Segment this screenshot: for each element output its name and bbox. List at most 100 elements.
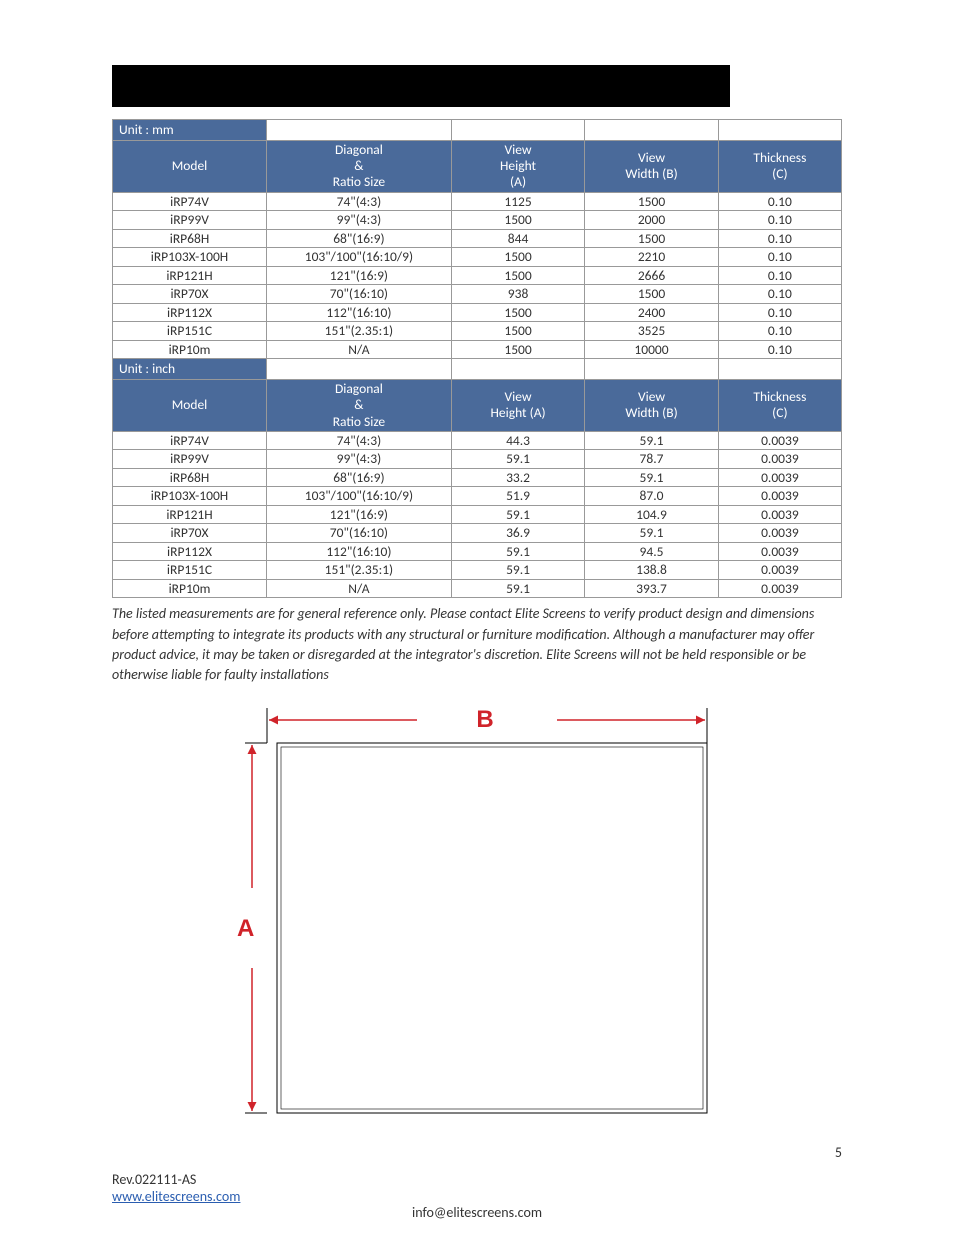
table-cell: 70"(16:10) bbox=[267, 524, 452, 543]
table-cell: 938 bbox=[451, 285, 584, 304]
table-cell: iRP99V bbox=[113, 450, 267, 469]
table-cell: ViewWidth (B) bbox=[585, 141, 718, 193]
table-cell: 94.5 bbox=[585, 542, 718, 561]
table-cell bbox=[451, 120, 584, 141]
table-cell: 151"(2.35:1) bbox=[267, 322, 452, 341]
table-cell: iRP121H bbox=[113, 505, 267, 524]
table-cell: Diagonal&Ratio Size bbox=[267, 380, 452, 432]
table-cell: Diagonal&Ratio Size bbox=[267, 141, 452, 193]
revision-text: Rev.022111-AS bbox=[112, 1171, 196, 1188]
table-cell: 44.3 bbox=[451, 431, 584, 450]
table-cell bbox=[267, 120, 452, 141]
table-cell: 3525 bbox=[585, 322, 718, 341]
dimension-diagram: B A bbox=[237, 698, 717, 1118]
table-cell: 74"(4:3) bbox=[267, 431, 452, 450]
table-cell: 1500 bbox=[451, 266, 584, 285]
table-row: iRP121H121"(16:9)150026660.10 bbox=[113, 266, 842, 285]
page-number: 5 bbox=[835, 1144, 842, 1161]
footer-link[interactable]: www.elitescreens.com bbox=[112, 1188, 240, 1205]
table-row: iRP70X70"(16:10)93815000.10 bbox=[113, 285, 842, 304]
table-cell: 2000 bbox=[585, 211, 718, 230]
table-cell: 59.1 bbox=[451, 579, 584, 598]
table-row: iRP99V99"(4:3)59.178.70.0039 bbox=[113, 450, 842, 469]
table-row: iRP99V99"(4:3)150020000.10 bbox=[113, 211, 842, 230]
table-cell: 1500 bbox=[451, 303, 584, 322]
table-cell: 1500 bbox=[451, 322, 584, 341]
table-cell: 0.0039 bbox=[718, 542, 841, 561]
table-row: iRP112X112"(16:10)59.194.50.0039 bbox=[113, 542, 842, 561]
table-cell: 59.1 bbox=[451, 450, 584, 469]
unit-row: Unit : inch bbox=[113, 359, 842, 380]
table-cell: 1500 bbox=[585, 229, 718, 248]
unit-row: Unit : mm bbox=[113, 120, 842, 141]
table-cell: 0.10 bbox=[718, 192, 841, 211]
table-cell bbox=[718, 120, 841, 141]
table-cell: 0.0039 bbox=[718, 579, 841, 598]
table-cell: 0.10 bbox=[718, 285, 841, 304]
table-cell: 104.9 bbox=[585, 505, 718, 524]
table-cell: Unit : inch bbox=[113, 359, 267, 380]
table-cell: 0.0039 bbox=[718, 431, 841, 450]
table-cell: 78.7 bbox=[585, 450, 718, 469]
table-cell: 112"(16:10) bbox=[267, 542, 452, 561]
diagram-label-b: B bbox=[476, 706, 493, 733]
table-cell: 68"(16:9) bbox=[267, 229, 452, 248]
table-cell: 59.1 bbox=[585, 431, 718, 450]
table-cell: 87.0 bbox=[585, 487, 718, 506]
table-cell: 1500 bbox=[451, 248, 584, 267]
table-header-row: ModelDiagonal&Ratio SizeViewHeight (A)Vi… bbox=[113, 380, 842, 432]
table-cell: 0.0039 bbox=[718, 487, 841, 506]
table-cell: 1500 bbox=[585, 192, 718, 211]
table-cell: 59.1 bbox=[585, 524, 718, 543]
table-cell: Thickness(C) bbox=[718, 380, 841, 432]
table-cell: 0.10 bbox=[718, 322, 841, 341]
table-row: iRP70X70"(16:10)36.959.10.0039 bbox=[113, 524, 842, 543]
table-cell: iRP70X bbox=[113, 524, 267, 543]
table-cell: N/A bbox=[267, 340, 452, 359]
table-cell: 68"(16:9) bbox=[267, 468, 452, 487]
table-cell: 0.10 bbox=[718, 248, 841, 267]
table-cell: ViewWidth (B) bbox=[585, 380, 718, 432]
table-cell: 0.10 bbox=[718, 303, 841, 322]
table-cell: iRP112X bbox=[113, 303, 267, 322]
table-cell: 33.2 bbox=[451, 468, 584, 487]
table-row: iRP112X112"(16:10)150024000.10 bbox=[113, 303, 842, 322]
table-cell: 70"(16:10) bbox=[267, 285, 452, 304]
footer-email: info@elitescreens.com bbox=[0, 1204, 954, 1221]
table-row: iRP10mN/A59.1393.70.0039 bbox=[113, 579, 842, 598]
table-cell bbox=[451, 359, 584, 380]
table-cell: 51.9 bbox=[451, 487, 584, 506]
table-cell: iRP74V bbox=[113, 431, 267, 450]
table-cell: 2666 bbox=[585, 266, 718, 285]
table-cell: ViewHeight (A) bbox=[451, 380, 584, 432]
table-cell: 99"(4:3) bbox=[267, 450, 452, 469]
table-cell: 99"(4:3) bbox=[267, 211, 452, 230]
disclaimer-text: The listed measurements are for general … bbox=[112, 604, 842, 685]
table-cell: 0.0039 bbox=[718, 561, 841, 580]
table-cell: Unit : mm bbox=[113, 120, 267, 141]
table-cell bbox=[267, 359, 452, 380]
table-row: iRP151C151"(2.35:1)59.1138.80.0039 bbox=[113, 561, 842, 580]
table-cell: 393.7 bbox=[585, 579, 718, 598]
redacted-heading bbox=[112, 65, 730, 107]
table-cell: 112"(16:10) bbox=[267, 303, 452, 322]
table-row: iRP74V74"(4:3)112515000.10 bbox=[113, 192, 842, 211]
table-row: iRP151C151"(2.35:1)150035250.10 bbox=[113, 322, 842, 341]
table-cell: 103"/100"(16:10/9) bbox=[267, 248, 452, 267]
table-cell: iRP121H bbox=[113, 266, 267, 285]
table-cell: iRP74V bbox=[113, 192, 267, 211]
spec-table: Unit : mmModelDiagonal&Ratio SizeViewHei… bbox=[112, 119, 842, 598]
table-row: iRP68H68"(16:9)84415000.10 bbox=[113, 229, 842, 248]
footer-left: Rev.022111-AS www.elitescreens.com bbox=[112, 1171, 240, 1205]
table-cell: iRP151C bbox=[113, 561, 267, 580]
table-cell: 2400 bbox=[585, 303, 718, 322]
table-cell: iRP70X bbox=[113, 285, 267, 304]
diagram-label-a: A bbox=[237, 915, 254, 942]
table-cell: ViewHeight(A) bbox=[451, 141, 584, 193]
document-page: Unit : mmModelDiagonal&Ratio SizeViewHei… bbox=[0, 0, 954, 1235]
table-cell: 1500 bbox=[451, 340, 584, 359]
table-row: iRP68H68"(16:9)33.259.10.0039 bbox=[113, 468, 842, 487]
table-header-row: ModelDiagonal&Ratio SizeViewHeight(A)Vie… bbox=[113, 141, 842, 193]
table-cell: iRP10m bbox=[113, 579, 267, 598]
table-row: iRP103X-100H103"/100"(16:10/9)150022100.… bbox=[113, 248, 842, 267]
